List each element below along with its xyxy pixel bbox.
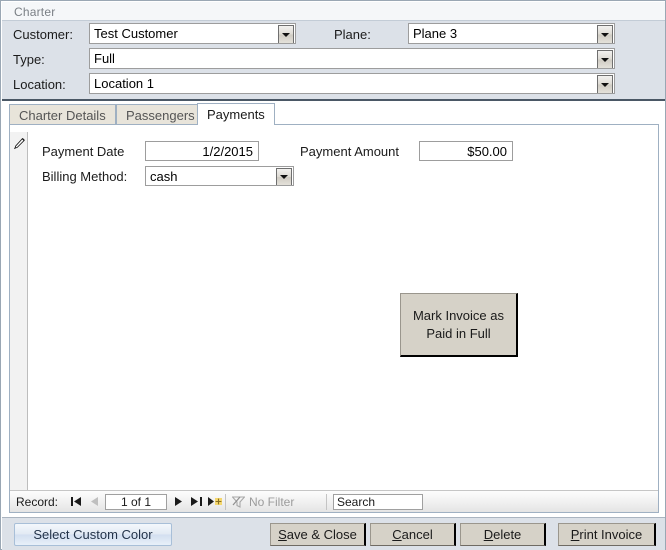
delete-accelerator: D bbox=[483, 527, 494, 542]
payment-amount-label: Payment Amount bbox=[300, 144, 399, 159]
chevron-down-icon[interactable] bbox=[597, 25, 613, 43]
tab-label: Passengers bbox=[126, 107, 195, 123]
record-selector[interactable] bbox=[10, 132, 28, 490]
chevron-down-icon[interactable] bbox=[278, 25, 294, 43]
charter-form-window: Charter Customer: Test Customer Plane: P… bbox=[0, 0, 666, 550]
payment-amount-value: $50.00 bbox=[467, 143, 507, 159]
charter-header-panel: Customer: Test Customer Plane: Plane 3 T… bbox=[2, 21, 665, 101]
mark-paid-line2: Paid in Full bbox=[426, 325, 491, 341]
last-record-button[interactable] bbox=[188, 493, 205, 510]
select-custom-color-button[interactable]: Select Custom Color bbox=[14, 523, 172, 546]
funnel-icon bbox=[232, 496, 245, 508]
delete-label-rest: elete bbox=[493, 527, 522, 542]
first-record-button[interactable] bbox=[68, 493, 85, 510]
chevron-down-icon[interactable] bbox=[597, 50, 613, 68]
tab-payments[interactable]: Payments bbox=[197, 103, 275, 125]
billing-method-combobox[interactable]: cash bbox=[145, 166, 294, 186]
billing-method-label: Billing Method: bbox=[42, 169, 128, 184]
plane-label: Plane: bbox=[334, 27, 371, 42]
previous-record-button[interactable] bbox=[86, 493, 103, 510]
next-record-button[interactable] bbox=[170, 493, 187, 510]
search-value: Search bbox=[337, 495, 376, 509]
location-value: Location 1 bbox=[94, 76, 154, 91]
record-navigation-bar: Record: 1 of 1 No Filter Search bbox=[10, 490, 658, 512]
payment-date-input[interactable]: 1/2/2015 bbox=[145, 141, 259, 161]
location-label: Location: bbox=[13, 77, 66, 92]
type-value: Full bbox=[94, 51, 115, 66]
command-bar: Select Custom Color Save & Close Cancel … bbox=[2, 517, 665, 550]
payment-amount-input[interactable]: $50.00 bbox=[419, 141, 513, 161]
chevron-down-icon[interactable] bbox=[597, 75, 613, 93]
type-combobox[interactable]: Full bbox=[89, 48, 615, 69]
customer-value: Test Customer bbox=[94, 26, 178, 41]
location-combobox[interactable]: Location 1 bbox=[89, 73, 615, 94]
window-titlebar: Charter bbox=[2, 2, 665, 21]
customer-combobox[interactable]: Test Customer bbox=[89, 23, 296, 44]
record-label: Record: bbox=[16, 495, 59, 509]
save-and-close-button[interactable]: Save & Close bbox=[270, 523, 366, 546]
save-label-rest: ave & Close bbox=[286, 527, 357, 542]
mark-invoice-paid-button[interactable]: Mark Invoice as Paid in Full bbox=[400, 293, 518, 357]
tab-label: Payments bbox=[207, 107, 265, 122]
chevron-down-icon[interactable] bbox=[276, 168, 292, 185]
new-record-button[interactable] bbox=[206, 493, 223, 510]
print-label-rest: rint Invoice bbox=[579, 527, 643, 542]
plane-value: Plane 3 bbox=[413, 26, 458, 41]
tab-strip: Charter Details Passengers Payments bbox=[9, 103, 659, 125]
save-accelerator: S bbox=[278, 527, 287, 542]
filter-label: No Filter bbox=[249, 495, 295, 509]
cancel-label-rest: ancel bbox=[401, 527, 433, 542]
customer-label: Customer: bbox=[13, 27, 73, 42]
custom-color-label: Select Custom Color bbox=[33, 527, 153, 542]
tab-passengers[interactable]: Passengers bbox=[116, 104, 205, 125]
record-position: 1 of 1 bbox=[120, 495, 152, 509]
pencil-edit-icon bbox=[14, 137, 25, 150]
nav-separator bbox=[326, 494, 327, 510]
filter-status-button[interactable]: No Filter bbox=[232, 494, 324, 510]
window-title: Charter bbox=[14, 5, 56, 19]
search-input[interactable]: Search bbox=[333, 494, 423, 510]
record-number-input[interactable]: 1 of 1 bbox=[105, 494, 167, 510]
tab-label: Charter Details bbox=[19, 107, 106, 123]
cancel-button[interactable]: Cancel bbox=[370, 523, 456, 546]
mark-paid-line1: Mark Invoice as bbox=[412, 307, 505, 323]
delete-button[interactable]: Delete bbox=[460, 523, 546, 546]
print-invoice-button[interactable]: Print Invoice bbox=[558, 523, 656, 546]
tab-charter-details[interactable]: Charter Details bbox=[9, 104, 116, 125]
type-label: Type: bbox=[13, 52, 45, 67]
payment-date-value: 1/2/2015 bbox=[202, 143, 253, 159]
cancel-accelerator: C bbox=[392, 527, 402, 542]
nav-separator bbox=[225, 494, 226, 510]
payment-date-label: Payment Date bbox=[42, 144, 125, 159]
plane-combobox[interactable]: Plane 3 bbox=[408, 23, 615, 44]
billing-method-value: cash bbox=[150, 168, 178, 184]
